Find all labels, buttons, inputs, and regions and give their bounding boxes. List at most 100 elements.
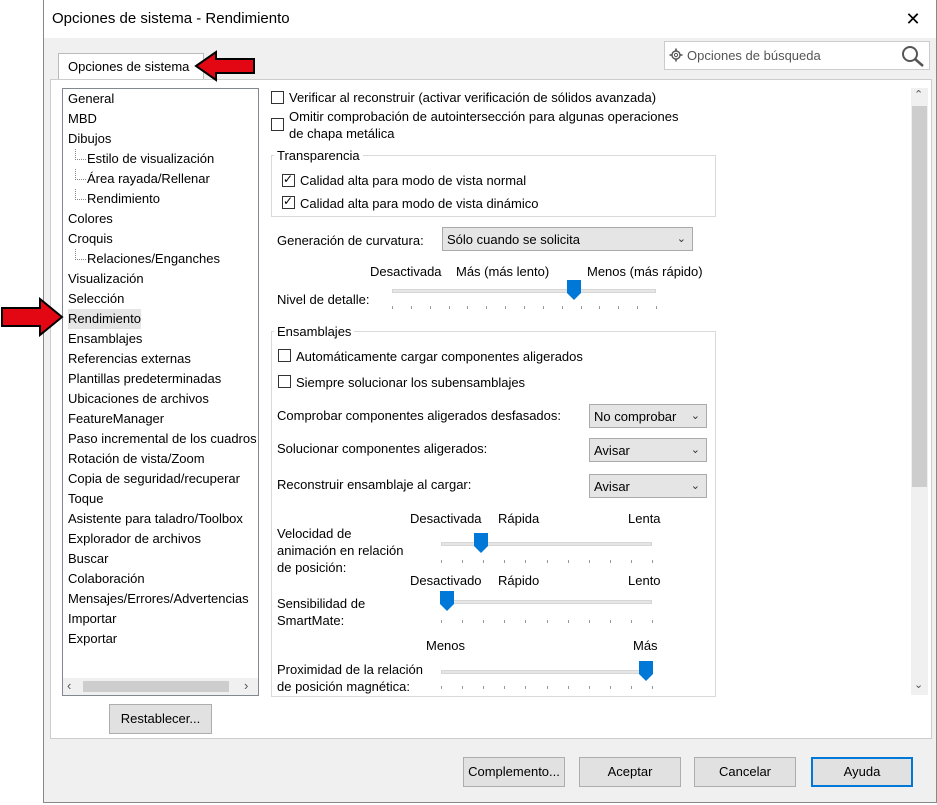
- tree-item[interactable]: MBD: [68, 109, 97, 129]
- slider-tick: [609, 620, 611, 623]
- vscroll-thumb[interactable]: [912, 106, 927, 487]
- slider-tick: [504, 686, 506, 689]
- always-resolve-checkbox[interactable]: [278, 375, 291, 388]
- tree-item[interactable]: Exportar: [68, 629, 117, 649]
- tree-item[interactable]: Ensamblajes: [68, 329, 142, 349]
- tree-item[interactable]: Colores: [68, 209, 113, 229]
- skip-self-intersect-checkbox[interactable]: [271, 118, 284, 131]
- magnetic-slider-thumb[interactable]: [638, 661, 653, 681]
- tree-hscroll-thumb[interactable]: [83, 681, 229, 692]
- tree-item[interactable]: Referencias externas: [68, 349, 191, 369]
- tree-item[interactable]: Relaciones/Enganches: [75, 249, 220, 269]
- slider-tick: [462, 686, 464, 689]
- magnetic-less-label: Menos: [426, 638, 466, 653]
- tree-item[interactable]: Plantillas predeterminadas: [68, 369, 221, 389]
- smartmate-slow-label: Lento: [628, 573, 661, 588]
- addins-button[interactable]: Complemento...: [463, 757, 565, 787]
- tree-item[interactable]: Visualización: [68, 269, 144, 289]
- tree-item-label: General: [68, 91, 115, 106]
- reset-button[interactable]: Restablecer...: [109, 704, 212, 734]
- slider-tick: [652, 686, 653, 689]
- tree-item[interactable]: Explorador de archivos: [68, 529, 201, 549]
- tree-item-label: Dibujos: [68, 131, 112, 146]
- smartmate-fast-label: Rápido: [498, 573, 540, 588]
- tree-item[interactable]: Buscar: [68, 549, 108, 569]
- detail-off-label: Desactivada: [370, 264, 442, 279]
- tree-item[interactable]: Mensajes/Errores/Advertencias: [68, 589, 249, 609]
- tree-item-label: Área rayada/Rellenar: [87, 171, 210, 186]
- detail-slider-thumb[interactable]: [567, 280, 582, 300]
- window-title: Opciones de sistema - Rendimiento: [52, 10, 290, 27]
- scroll-right-icon[interactable]: ›: [244, 678, 248, 693]
- rebuild-load-value: Avisar: [594, 479, 630, 494]
- tree-item[interactable]: General: [68, 89, 114, 109]
- search-field[interactable]: Opciones de búsqueda: [664, 41, 930, 70]
- slider-tick: [588, 560, 590, 563]
- magnetic-slider-track[interactable]: [441, 670, 652, 674]
- ok-button[interactable]: Aceptar: [579, 757, 681, 787]
- slider-tick: [546, 560, 548, 563]
- magnetic-more-label: Más: [633, 638, 658, 653]
- tab-system-options[interactable]: Opciones de sistema: [58, 53, 204, 80]
- slider-tick: [462, 620, 464, 623]
- transparency-normal-checkbox[interactable]: [282, 172, 295, 187]
- chevron-down-icon: ⌄: [690, 444, 700, 456]
- options-tree[interactable]: General MBD Dibujos Estilo de visualización…: [62, 88, 259, 696]
- smartmate-slider-track[interactable]: [441, 600, 652, 604]
- search-icon[interactable]: [901, 45, 925, 67]
- check-outdated-dropdown[interactable]: No comprobar ⌄: [589, 404, 707, 428]
- detail-slider-track[interactable]: [392, 289, 656, 293]
- scroll-up-icon[interactable]: ⌃: [914, 88, 923, 101]
- slider-tick: [580, 306, 582, 309]
- verify-rebuild-label: Verificar al reconstruir (activar verifi…: [289, 90, 657, 105]
- tree-item[interactable]: Copia de seguridad/recuperar: [68, 469, 240, 489]
- check-outdated-value: No comprobar: [594, 409, 677, 424]
- tree-item[interactable]: Estilo de visualización: [75, 149, 214, 169]
- slider-tick: [546, 620, 548, 623]
- slider-tick: [546, 686, 548, 689]
- slider-tick: [561, 306, 563, 309]
- tree-item[interactable]: Paso incremental de los cuadros: [68, 429, 257, 449]
- close-button[interactable]: ✕: [890, 0, 936, 38]
- tree-item-label: MBD: [68, 111, 97, 126]
- help-button[interactable]: Ayuda: [811, 757, 913, 787]
- slider-tick: [486, 306, 488, 309]
- tree-item[interactable]: Ubicaciones de archivos: [68, 389, 209, 409]
- tree-item[interactable]: Selección: [68, 289, 124, 309]
- tree-item[interactable]: Rendimiento: [75, 189, 160, 209]
- magnetic-label-1: Proximidad de la relación: [277, 662, 423, 677]
- scroll-down-icon[interactable]: ⌄: [914, 678, 923, 691]
- rebuild-load-label: Reconstruir ensamblaje al cargar:: [277, 477, 472, 492]
- tree-item[interactable]: Rotación de vista/Zoom: [68, 449, 205, 469]
- curvature-dropdown[interactable]: Sólo cuando se solicita ⌄: [442, 227, 693, 251]
- tree-item[interactable]: Dibujos: [68, 129, 111, 149]
- scroll-left-icon[interactable]: ‹: [67, 678, 71, 693]
- options-vscrollbar[interactable]: ⌃ ⌄: [911, 88, 928, 695]
- resolve-light-dropdown[interactable]: Avisar ⌄: [589, 438, 707, 462]
- smartmate-slider-ticks: [441, 620, 653, 624]
- gear-icon: [669, 48, 683, 62]
- tree-hscrollbar[interactable]: ‹ ›: [63, 678, 258, 695]
- smartmate-off-label: Desactivado: [410, 573, 482, 588]
- cancel-button[interactable]: Cancelar: [694, 757, 796, 787]
- tree-item[interactable]: FeatureManager: [68, 409, 164, 429]
- anim-speed-label-1: Velocidad de: [277, 526, 352, 541]
- verify-rebuild-checkbox[interactable]: [271, 91, 284, 104]
- anim-speed-slider-track[interactable]: [441, 542, 652, 546]
- slider-tick: [618, 306, 620, 309]
- smartmate-slider-thumb[interactable]: [440, 591, 455, 611]
- anim-speed-slider-thumb[interactable]: [474, 533, 489, 553]
- tree-item[interactable]: Importar: [68, 609, 116, 629]
- auto-load-checkbox[interactable]: [278, 349, 291, 362]
- tree-item[interactable]: Croquis: [68, 229, 113, 249]
- tree-item[interactable]: Área rayada/Rellenar: [75, 169, 210, 189]
- tree-item[interactable]: Rendimiento: [68, 309, 141, 329]
- tree-item[interactable]: Colaboración: [68, 569, 145, 589]
- tree-item[interactable]: Asistente para taladro/Toolbox: [68, 509, 243, 529]
- rebuild-load-dropdown[interactable]: Avisar ⌄: [589, 474, 707, 498]
- transparency-dynamic-checkbox[interactable]: [282, 194, 295, 209]
- chevron-down-icon: ⌄: [690, 480, 700, 492]
- tree-item[interactable]: Toque: [68, 489, 103, 509]
- tree-item-label: Importar: [68, 611, 117, 626]
- tree-connector: [75, 189, 86, 200]
